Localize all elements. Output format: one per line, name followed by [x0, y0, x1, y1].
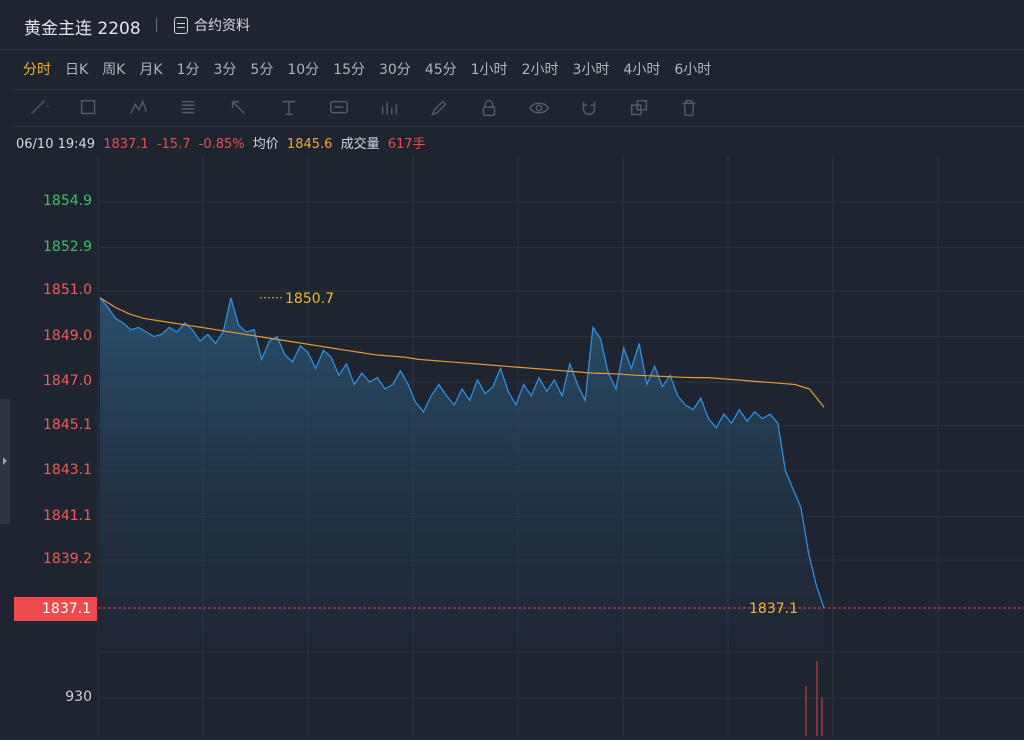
- quote-change: -15.7: [156, 137, 191, 152]
- y-tick-label: 1843.1: [43, 462, 92, 479]
- measure-tool-icon[interactable]: [376, 97, 402, 119]
- chart-canvas: 1837.1 1850.7: [97, 155, 1024, 736]
- volume-value: 617手: [387, 137, 426, 152]
- y-tick-label: 1847.0: [43, 373, 92, 390]
- instrument-title: 黄金主连 2208: [24, 19, 141, 39]
- period-tab[interactable]: 周K: [102, 59, 125, 79]
- period-tab[interactable]: 1分: [177, 59, 200, 79]
- avg-label: 均价: [252, 137, 279, 152]
- chart-header: 黄金主连 2208 合约资料: [0, 0, 1024, 50]
- quote-change-pct: -0.85%: [198, 137, 245, 152]
- period-tab[interactable]: 45分: [425, 59, 457, 79]
- last-price-tag: 1837.1: [14, 597, 97, 621]
- y-tick-label: 1854.9: [43, 193, 92, 209]
- avg-price: 1845.6: [286, 137, 333, 152]
- period-tabs: 分时 日K 周K 月K 1分 3分 5分 10分 15分 30分 45分 1小时 2小时 3小时 4小时 6小…: [0, 50, 1024, 88]
- quote-time: 06/10 19:49: [16, 137, 96, 152]
- period-tab[interactable]: 3小时: [572, 59, 609, 79]
- period-tab[interactable]: 月K: [139, 59, 162, 79]
- quote-price: 1837.1: [103, 137, 149, 152]
- document-icon: [174, 16, 188, 34]
- period-tab[interactable]: 10分: [287, 59, 319, 79]
- y-tick-label: 1845.1: [43, 416, 92, 433]
- last-price-label: 1837.1: [749, 601, 798, 617]
- period-tab[interactable]: 4小时: [623, 59, 660, 79]
- period-tab[interactable]: 15分: [333, 59, 365, 79]
- trash-icon[interactable]: [676, 97, 702, 119]
- y-tick-label: 1852.9: [43, 238, 92, 255]
- y-tick-label: 1851.0: [43, 281, 92, 298]
- header-divider: [156, 18, 157, 32]
- period-tab[interactable]: 日K: [65, 59, 88, 79]
- period-tab[interactable]: 3分: [213, 59, 236, 79]
- pen-icon[interactable]: [426, 97, 452, 119]
- y-tick-label: 1849.0: [43, 327, 92, 344]
- contract-info-button[interactable]: 合约资料: [174, 15, 250, 35]
- text-tool-icon[interactable]: [276, 97, 302, 119]
- period-tab[interactable]: 2小时: [522, 59, 559, 79]
- rect-tool-icon[interactable]: [76, 97, 102, 119]
- label-tool-icon[interactable]: [326, 97, 352, 119]
- fib-tool-icon[interactable]: [176, 97, 202, 119]
- quote-infobar: 06/10 19:49 1837.1 -15.7 -0.85% 均价 1845.…: [16, 133, 430, 152]
- period-tab[interactable]: 分时: [23, 59, 51, 79]
- intraday-chart[interactable]: 1837.1 1850.7 1837.1 1854.9 1852.9 1851.0 18…: [0, 155, 1024, 736]
- period-tab[interactable]: 30分: [379, 59, 411, 79]
- y-tick-label: 1839.2: [43, 551, 92, 568]
- arrow-tool-icon[interactable]: [226, 97, 252, 119]
- copy-icon[interactable]: [626, 97, 652, 119]
- period-tab[interactable]: 1小时: [471, 59, 508, 79]
- pattern-tool-icon[interactable]: [126, 97, 152, 119]
- volume-label: 成交量: [340, 137, 380, 152]
- magnet-icon[interactable]: [576, 97, 602, 119]
- lock-icon[interactable]: [476, 97, 502, 119]
- period-tab[interactable]: 6小时: [674, 59, 711, 79]
- period-tab[interactable]: 5分: [250, 59, 273, 79]
- drawing-toolbar: [12, 89, 1024, 127]
- y-tick-label: 1841.1: [43, 507, 92, 524]
- eye-icon[interactable]: [526, 97, 552, 119]
- max-marker-label: 1850.7: [285, 291, 334, 307]
- price-area: [100, 297, 824, 650]
- line-tool-icon[interactable]: [26, 97, 52, 119]
- volume-tick-label: 930: [65, 689, 92, 705]
- contract-info-label: 合约资料: [194, 18, 250, 34]
